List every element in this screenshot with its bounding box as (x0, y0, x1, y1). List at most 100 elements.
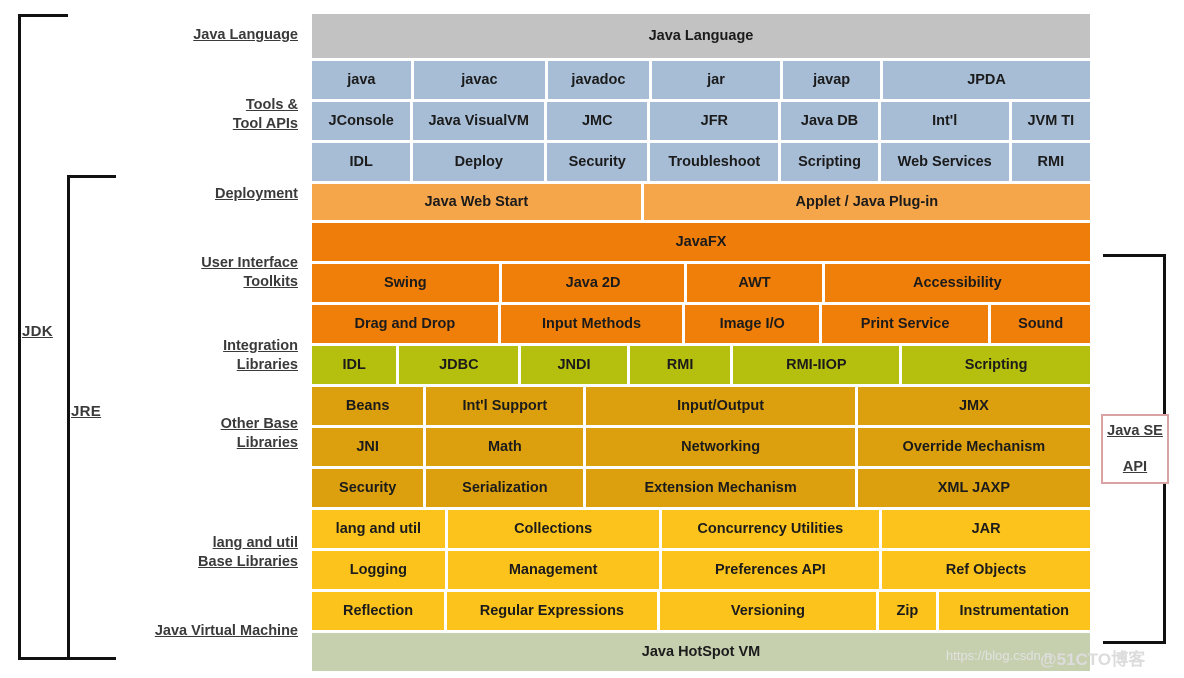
band-row: Swing Java 2D AWT Accessibility (312, 264, 1090, 302)
stack-cell: Scripting (781, 143, 878, 181)
stack-cell: IDL (312, 143, 411, 181)
stack-cell: Java Language (312, 14, 1090, 58)
stack-cell: Image I/O (685, 305, 819, 343)
stack-cell: Security (547, 143, 648, 181)
stack-cell: JNI (312, 428, 424, 466)
band-lang-and-util-base-libraries: lang and util Collections Concurrency Util… (312, 510, 1090, 630)
band-javafx: JavaFX (312, 223, 1090, 261)
band-row: Security Serialization Extension Mechanism… (312, 469, 1090, 507)
java-se-api-box: Java SE API (1101, 414, 1169, 484)
stack-cell: JVM TI (1011, 102, 1090, 140)
band-row: IDL Deploy Security Troubleshoot Scripting We… (312, 143, 1090, 181)
stack-cell: Accessibility (824, 264, 1090, 302)
stack-cell: Concurrency Utilities (661, 510, 880, 548)
stack-cell: Regular Expressions (447, 592, 657, 630)
stack-cell: Math (426, 428, 584, 466)
band-user-interface-toolkits: Swing Java 2D AWT Accessibility Drag and Dro… (312, 264, 1090, 343)
band-tools-and-tool-apis: java javac javadoc jar javap JPDA JConsole Java… (312, 61, 1090, 181)
stack-cell: Security (312, 469, 424, 507)
band-row: Logging Management Preferences API Ref Obje… (312, 551, 1090, 589)
stack-cell: Java DB (781, 102, 878, 140)
stack-cell: XML JAXP (857, 469, 1090, 507)
platform-stack: Java Language java javac javadoc jar javap JPD… (312, 14, 1091, 674)
stack-cell: Reflection (312, 592, 445, 630)
java-platform-diagram: JDK JRE Java SE API Java Language Tools &… (0, 0, 1184, 678)
java-se-api-line2: API (1122, 459, 1148, 476)
stack-cell: jar (651, 61, 781, 99)
stack-cell: Preferences API (661, 551, 880, 589)
stack-cell: Versioning (659, 592, 877, 630)
stack-cell: JConsole (312, 102, 411, 140)
stack-cell: javac (413, 61, 546, 99)
band-row: JNI Math Networking Override Mechanism (312, 428, 1090, 466)
stack-cell: RMI-IIOP (733, 346, 900, 384)
stack-cell: RMI (1011, 143, 1090, 181)
stack-cell: JDBC (399, 346, 519, 384)
stack-cell: Instrumentation (938, 592, 1090, 630)
stack-cell: Applet / Java Plug-in (643, 184, 1090, 220)
stack-cell: Java 2D (501, 264, 685, 302)
stack-cell: Ref Objects (882, 551, 1090, 589)
stack-cell: Networking (586, 428, 855, 466)
stack-cell: Beans (312, 387, 424, 425)
band-row: Drag and Drop Input Methods Image I/O Print… (312, 305, 1090, 343)
stack-cell: JMX (857, 387, 1090, 425)
band-deployment: Java Web Start Applet / Java Plug-in (312, 184, 1090, 220)
stack-cell: JNDI (521, 346, 627, 384)
stack-cell: Swing (312, 264, 499, 302)
band-row: JConsole Java VisualVM JMC JFR Java DB Int'l J… (312, 102, 1090, 140)
watermark-site: @51CTO博客 (1040, 650, 1146, 669)
row-label: Java Virtual Machine (154, 623, 298, 639)
row-label: User Interface Toolkits (201, 255, 298, 290)
stack-cell: Print Service (821, 305, 989, 343)
stack-cell: JAR (882, 510, 1090, 548)
stack-cell: JPDA (883, 61, 1090, 99)
row-label: Other Base Libraries (220, 416, 298, 451)
stack-cell: Override Mechanism (857, 428, 1090, 466)
stack-cell: JFR (650, 102, 779, 140)
row-label: Tools & Tool APIs (232, 97, 298, 132)
stack-cell: javap (783, 61, 881, 99)
band-row: Reflection Regular Expressions Versioning Z… (312, 592, 1090, 630)
stack-cell: Web Services (880, 143, 1009, 181)
stack-cell: JMC (547, 102, 648, 140)
stack-cell: RMI (629, 346, 731, 384)
stack-cell: Deploy (413, 143, 545, 181)
band-other-base-libraries: Beans Int'l Support Input/Output JMX JNI Math… (312, 387, 1090, 507)
stack-cell: java (312, 61, 411, 99)
stack-cell: IDL (312, 346, 397, 384)
band-row: java javac javadoc jar javap JPDA (312, 61, 1090, 99)
row-label: Integration Libraries (223, 338, 298, 373)
stack-cell: Logging (312, 551, 445, 589)
band-java-language: Java Language (312, 14, 1090, 58)
stack-cell: Extension Mechanism (586, 469, 855, 507)
stack-cell: Serialization (426, 469, 584, 507)
stack-cell: JavaFX (312, 223, 1090, 261)
band-integration-libraries: IDL JDBC JNDI RMI RMI-IIOP Scripting (312, 346, 1091, 384)
row-label: Java Language (193, 27, 298, 43)
band-row: lang and util Collections Concurrency Util… (312, 510, 1090, 548)
stack-cell: Input Methods (500, 305, 683, 343)
stack-cell: Input/Output (586, 387, 855, 425)
stack-cell: javadoc (548, 61, 649, 99)
stack-cell: Java Web Start (312, 184, 641, 220)
stack-cell: Drag and Drop (312, 305, 498, 343)
row-label-column: Java Language Tools & Tool APIs Deployment… (38, 0, 298, 678)
stack-cell: Scripting (902, 346, 1091, 384)
watermark-url: https://blog.csdn.n (946, 648, 1052, 663)
stack-cell: Java VisualVM (413, 102, 545, 140)
stack-cell: Management (447, 551, 659, 589)
band-row: Beans Int'l Support Input/Output JMX (312, 387, 1090, 425)
row-label: lang and util Base Libraries (198, 535, 298, 570)
band-row: IDL JDBC JNDI RMI RMI-IIOP Scripting (312, 346, 1091, 384)
stack-cell: Zip (879, 592, 936, 630)
stack-cell: lang and util (312, 510, 445, 548)
stack-cell: Collections (447, 510, 659, 548)
band-row: Java Web Start Applet / Java Plug-in (312, 184, 1090, 220)
stack-cell: AWT (687, 264, 822, 302)
stack-cell: Sound (991, 305, 1090, 343)
stack-cell: Troubleshoot (650, 143, 779, 181)
java-se-api-line1: Java SE (1107, 422, 1163, 439)
stack-cell: Int'l (880, 102, 1009, 140)
band-row: Java Language (312, 14, 1090, 58)
